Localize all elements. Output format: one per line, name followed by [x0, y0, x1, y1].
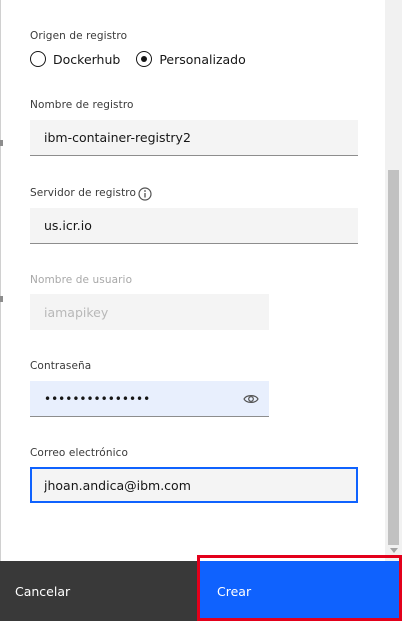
registry-origin-label: Origen de registro [30, 30, 128, 42]
registry-origin-radio-group: Dockerhub Personalizado [30, 50, 262, 68]
email-input[interactable] [32, 469, 356, 501]
registry-name-label: Nombre de registro [30, 99, 134, 111]
radio-dockerhub[interactable]: Dockerhub [30, 51, 120, 67]
registry-server-field[interactable] [30, 208, 358, 244]
modal-panel: Origen de registro Dockerhub Personaliza… [0, 0, 402, 561]
radio-dockerhub-label[interactable]: Dockerhub [53, 52, 120, 67]
password-field[interactable] [30, 381, 269, 417]
info-icon[interactable] [138, 187, 152, 201]
email-label: Correo electrónico [30, 447, 129, 459]
registry-server-input[interactable] [30, 208, 358, 243]
username-label: Nombre de usuario [30, 274, 133, 286]
edge-mark [0, 140, 3, 146]
radio-personalizado-label[interactable]: Personalizado [159, 52, 245, 67]
password-label: Contraseña [30, 360, 92, 372]
radio-personalizado[interactable]: Personalizado [136, 51, 246, 67]
radio-personalizado-circle[interactable] [136, 51, 153, 67]
eye-icon[interactable] [243, 392, 259, 406]
modal-footer: Cancelar Crear [0, 561, 402, 621]
scroll-down-arrow-icon[interactable] [390, 548, 398, 553]
scrollbar-thumb[interactable] [388, 170, 399, 545]
username-input [30, 294, 269, 330]
edge-mark [0, 296, 3, 302]
password-input[interactable] [30, 381, 269, 416]
username-field [30, 294, 269, 330]
email-field[interactable] [30, 467, 358, 503]
panel-border [0, 0, 1, 561]
registry-name-input[interactable] [30, 120, 358, 155]
registry-server-label: Servidor de registro [30, 187, 137, 199]
cancel-button[interactable]: Cancelar [0, 561, 198, 621]
registry-name-field[interactable] [30, 120, 358, 156]
radio-dockerhub-circle[interactable] [30, 51, 46, 67]
create-button[interactable]: Crear [198, 561, 402, 621]
